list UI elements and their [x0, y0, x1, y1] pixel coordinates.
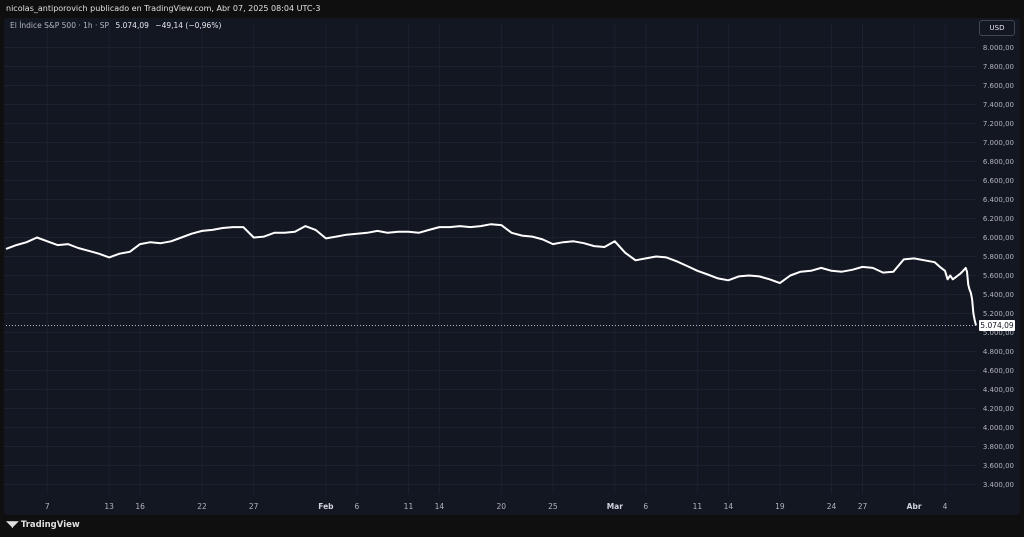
y-tick-label: 4.400,00 — [983, 386, 1014, 394]
x-tick-label: 14 — [435, 502, 445, 511]
y-tick-label: 4.600,00 — [983, 367, 1014, 375]
x-tick-label: 6 — [354, 502, 359, 511]
last-price-label: 5.074,09 — [980, 321, 1014, 330]
y-tick-label: 4.000,00 — [983, 424, 1014, 432]
grid-lines — [4, 24, 976, 494]
y-tick-label: 6.000,00 — [983, 234, 1014, 242]
y-tick-label: 5.400,00 — [983, 291, 1014, 299]
y-tick-label: 6.200,00 — [983, 215, 1014, 223]
y-tick-label: 3.600,00 — [983, 462, 1014, 470]
y-tick-label: 7.200,00 — [983, 120, 1014, 128]
x-tick-label: 27 — [858, 502, 868, 511]
y-tick-label: 7.600,00 — [983, 82, 1014, 90]
x-tick-label: 19 — [775, 502, 785, 511]
y-tick-label: 4.800,00 — [983, 348, 1014, 356]
x-tick-label: 11 — [693, 502, 703, 511]
y-tick-label: 6.800,00 — [983, 158, 1014, 166]
price-chart[interactable]: 8.000,00 7.800,00 7.600,00 7.400,00 7.200,00… — [0, 0, 1024, 537]
y-tick-label: 7.800,00 — [983, 63, 1014, 71]
x-tick-label: 13 — [104, 502, 114, 511]
x-tick-label: 14 — [724, 502, 734, 511]
x-tick-label: 4 — [943, 502, 948, 511]
x-tick-label: 7 — [45, 502, 50, 511]
x-tick-label: Feb — [318, 502, 334, 511]
x-tick-label: 25 — [548, 502, 558, 511]
series-legend: El Índice S&P 500 · 1h · SP 5.074,09 −49… — [10, 21, 221, 30]
y-tick-label: 5.200,00 — [983, 310, 1014, 318]
x-tick-label: 16 — [135, 502, 145, 511]
price-line — [5, 223, 977, 326]
legend-change: −49,14 (−0,96%) — [155, 21, 222, 30]
x-tick-label: 20 — [497, 502, 507, 511]
x-tick-label: 27 — [249, 502, 259, 511]
y-tick-label: 3.400,00 — [983, 481, 1014, 489]
y-tick-label: 6.600,00 — [983, 177, 1014, 185]
x-tick-label: Mar — [607, 502, 624, 511]
currency-button[interactable]: USD — [979, 20, 1015, 36]
legend-symbol: El Índice S&P 500 · 1h · SP — [10, 21, 110, 30]
x-tick-label: 24 — [827, 502, 837, 511]
y-tick-label: 7.000,00 — [983, 139, 1014, 147]
y-tick-label: 8.000,00 — [983, 44, 1014, 52]
x-tick-label: 6 — [643, 502, 648, 511]
y-tick-label: 5.800,00 — [983, 253, 1014, 261]
y-tick-label: 7.400,00 — [983, 101, 1014, 109]
x-tick-label: 11 — [404, 502, 414, 511]
y-tick-label: 6.400,00 — [983, 196, 1014, 204]
legend-last-value: 5.074,09 — [115, 21, 149, 30]
y-tick-label: 4.200,00 — [983, 405, 1014, 413]
x-tick-label: Abr — [907, 502, 922, 511]
y-tick-label: 5.600,00 — [983, 272, 1014, 280]
x-tick-label: 22 — [197, 502, 207, 511]
y-tick-label: 3.800,00 — [983, 443, 1014, 451]
